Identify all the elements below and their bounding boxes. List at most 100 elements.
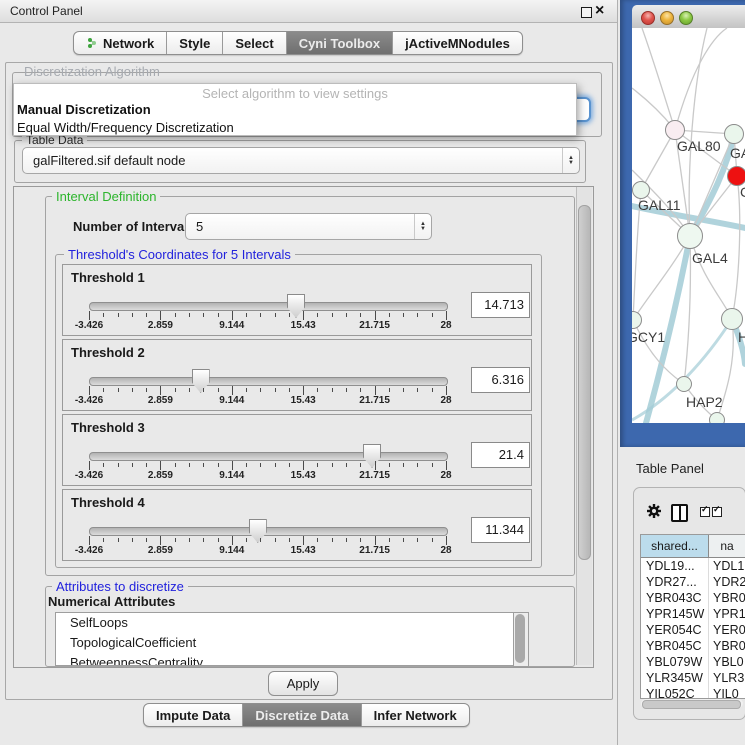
gear-icon[interactable] [646, 503, 662, 519]
threshold-value-field[interactable]: 14.713 [471, 292, 530, 318]
slider-tick [289, 538, 290, 542]
slider-track[interactable] [89, 452, 448, 461]
slider-tick [189, 538, 190, 542]
slider-track[interactable] [89, 302, 448, 311]
float-window-icon[interactable] [581, 7, 592, 18]
slider-tick [375, 311, 376, 320]
attribute-item-topologicalcoefficient[interactable]: TopologicalCoefficient [56, 633, 514, 653]
network-node-hap2[interactable] [676, 376, 692, 392]
slider-tick [446, 311, 447, 320]
attribute-item-betweennesscentrality[interactable]: BetweennessCentrality [56, 653, 514, 666]
slider-tick [360, 463, 361, 467]
slider-tick [360, 388, 361, 392]
slider-tick [346, 538, 347, 542]
table-row[interactable]: YBL079WYBL0 [641, 654, 745, 670]
node-table[interactable]: shared...na YDL19...YDL1YDR27...YDR2YBR0… [640, 534, 745, 699]
slider-tick [146, 313, 147, 317]
table-row[interactable]: YER054CYER0 [641, 622, 745, 638]
slider-tick [189, 463, 190, 467]
table-row[interactable]: YBR043CYBR0 [641, 590, 745, 606]
slider-track[interactable] [89, 377, 448, 386]
slider-tick [175, 538, 176, 542]
combo-spinner-icon[interactable]: ▲▼ [562, 148, 579, 173]
table-header-row: shared...na [641, 535, 745, 558]
algorithm-option-manual-discretization[interactable]: Manual Discretization [14, 101, 576, 119]
threshold-value-field[interactable]: 6.316 [471, 367, 530, 393]
number-of-intervals-combobox[interactable]: 5 ▲▼ [185, 213, 432, 240]
network-icon [86, 37, 98, 49]
columns-icon[interactable] [671, 504, 688, 522]
threshold-value-field[interactable]: 21.4 [471, 442, 530, 468]
slider-tick [260, 313, 261, 317]
attributes-group-label: Attributes to discretize [52, 579, 188, 594]
tab-label: Impute Data [156, 708, 230, 723]
table-row[interactable]: YIL052CYIL0 [641, 686, 745, 699]
mac-minimize-button[interactable] [660, 11, 674, 25]
table-cell: YIL052C [641, 686, 709, 699]
combo-spinner-icon[interactable]: ▲▼ [414, 214, 431, 239]
network-canvas[interactable]: GAL80GACGAL11GAL4GCY1HHAP2 [632, 28, 745, 423]
tab-network[interactable]: Network [74, 32, 166, 54]
tab-select[interactable]: Select [222, 32, 285, 54]
slider-track[interactable] [89, 527, 448, 536]
slider-tick [417, 463, 418, 467]
slider-thumb[interactable] [363, 444, 381, 468]
network-node-gal4[interactable] [677, 223, 703, 249]
slider-tick [260, 538, 261, 542]
slider-tick [118, 313, 119, 317]
network-node-gal80[interactable] [665, 120, 685, 140]
slider-tick [260, 463, 261, 467]
table-hscrollbar-thumb[interactable] [642, 700, 741, 709]
slider-tick [317, 463, 318, 467]
slider-tick [389, 538, 390, 542]
algorithm-popup-hint: Select algorithm to view settings [14, 84, 576, 101]
table-cell: YBL0 [709, 654, 745, 670]
table-row[interactable]: YDR27...YDR2 [641, 574, 745, 590]
table-row[interactable]: YBR045CYBR0 [641, 638, 745, 654]
attribute-item-selfloops[interactable]: SelfLoops [56, 613, 514, 633]
slider-tick [203, 538, 204, 542]
slider-tick [432, 313, 433, 317]
slider-tick [389, 313, 390, 317]
algorithm-option-equal-width-frequency-discretization[interactable]: Equal Width/Frequency Discretization [14, 119, 576, 137]
slider-thumb[interactable] [192, 369, 210, 393]
table-row[interactable]: YDL19...YDL1 [641, 558, 745, 574]
network-node-node-bottom[interactable] [709, 412, 725, 423]
network-node-node-red[interactable] [727, 166, 745, 186]
table-row[interactable]: YPR145WYPR1 [641, 606, 745, 622]
slider-tick [132, 463, 133, 467]
table-row[interactable]: YLR345WYLR3 [641, 670, 745, 686]
attributes-scrollbar-thumb[interactable] [515, 614, 525, 663]
mac-close-button[interactable] [641, 11, 655, 25]
node-label-h: H [738, 329, 745, 345]
tab-infer-network[interactable]: Infer Network [361, 704, 469, 726]
slider-tick [417, 313, 418, 317]
slider-tick [246, 538, 247, 542]
tab-jactivemnodules[interactable]: jActiveMNodules [392, 32, 522, 54]
apply-button[interactable]: Apply [268, 671, 338, 696]
slider-tick [160, 536, 161, 545]
slider-tick [132, 313, 133, 317]
checkbox-icon[interactable] [700, 507, 710, 517]
network-node-node-top-right[interactable] [724, 124, 744, 144]
numerical-attributes-list[interactable]: SelfLoopsTopologicalCoefficientBetweenne… [55, 612, 515, 666]
slider-tick [303, 461, 304, 470]
tab-cyni-toolbox[interactable]: Cyni Toolbox [286, 32, 392, 54]
settings-scrollbar-thumb[interactable] [578, 205, 591, 560]
table-cell: YLR3 [709, 670, 745, 686]
network-node-node-right[interactable] [721, 308, 743, 330]
mac-zoom-button[interactable] [679, 11, 693, 25]
table-column-header-1[interactable]: shared... [641, 535, 709, 557]
slider-tick [446, 386, 447, 395]
checkbox-icon[interactable] [712, 507, 722, 517]
close-icon[interactable]: × [595, 0, 604, 22]
tab-discretize-data[interactable]: Discretize Data [242, 704, 360, 726]
table-column-header-2[interactable]: na [709, 535, 745, 557]
table-cell: YIL0 [709, 686, 745, 699]
slider-thumb[interactable] [249, 519, 267, 543]
threshold-value-field[interactable]: 11.344 [471, 517, 530, 543]
tab-impute-data[interactable]: Impute Data [144, 704, 242, 726]
table-data-combobox[interactable]: galFiltered.sif default node ▲▼ [22, 147, 580, 174]
tab-style[interactable]: Style [166, 32, 222, 54]
node-label-gal11: GAL11 [638, 197, 681, 213]
